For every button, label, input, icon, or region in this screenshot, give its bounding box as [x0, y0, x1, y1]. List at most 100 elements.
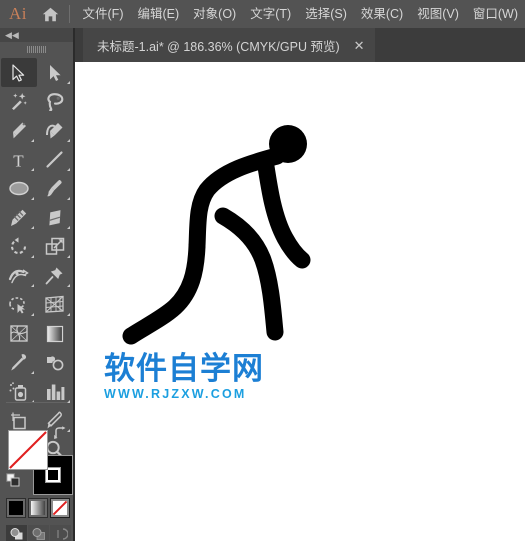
ellipse-tool[interactable]	[1, 174, 37, 203]
rotate-icon	[10, 237, 26, 255]
color-mode-gradient[interactable]	[28, 498, 48, 518]
collapse-panel-button[interactable]: ◀◀	[0, 28, 73, 42]
flyout-indicator	[66, 226, 70, 229]
draw-inside-mode[interactable]	[50, 525, 71, 541]
perspective-grid-icon	[45, 295, 64, 313]
shape-builder-icon	[9, 296, 25, 313]
flyout-indicator	[30, 284, 34, 287]
arrow-solid-icon	[12, 63, 25, 82]
document-tab-title: 未标题-1.ai* @ 186.36% (CMYK/GPU 预览)	[97, 39, 340, 54]
menu-bar: Ai 文件(F) 编辑(E) 对象(O) 文字(T) 选择(S) 效果(C) 视…	[0, 0, 525, 28]
type-tool[interactable]: T	[1, 145, 37, 174]
blend-tool[interactable]	[37, 348, 73, 377]
solid-color-icon	[9, 501, 23, 515]
draw-normal-icon	[10, 527, 22, 539]
swap-fill-stroke-button[interactable]	[53, 426, 67, 440]
swap-fill-stroke-icon	[54, 426, 66, 439]
color-controls	[0, 402, 73, 541]
flyout-indicator	[30, 226, 34, 229]
mesh-tool[interactable]	[1, 319, 37, 348]
none-slash-icon	[53, 501, 67, 515]
fill-swatch[interactable]	[8, 430, 48, 470]
blend-icon	[47, 355, 64, 370]
menu-effect[interactable]: 效果(C)	[354, 0, 410, 28]
curvature-icon	[45, 123, 62, 139]
home-button[interactable]	[36, 7, 64, 22]
watermark-chinese: 软件自学网	[104, 351, 264, 387]
flyout-indicator	[66, 313, 70, 316]
line-icon	[46, 151, 63, 168]
gradient-tool[interactable]	[37, 319, 73, 348]
document-canvas[interactable]: 软件自学网 WWW.RJZXW.COM	[75, 62, 525, 541]
svg-text:T: T	[13, 151, 24, 169]
ellipse-icon	[8, 181, 29, 196]
draw-mode-buttons	[6, 525, 71, 541]
direct-selection-tool[interactable]	[37, 58, 73, 87]
lasso-tool[interactable]	[37, 87, 73, 116]
magic-wand-icon	[12, 93, 27, 110]
eraser-tool[interactable]	[37, 203, 73, 232]
line-segment-tool[interactable]	[37, 145, 73, 174]
paintbrush-tool[interactable]	[37, 174, 73, 203]
shaper-icon	[11, 209, 27, 226]
stick-figure-artwork[interactable]	[105, 120, 335, 360]
gradient-icon	[31, 501, 45, 515]
watermark: 软件自学网 WWW.RJZXW.COM	[104, 354, 304, 401]
scale-tool[interactable]	[37, 232, 73, 261]
menu-object[interactable]: 对象(O)	[186, 0, 243, 28]
flyout-indicator	[30, 255, 34, 258]
draw-behind-icon	[32, 527, 45, 540]
type-icon: T	[13, 151, 24, 169]
free-transform-tool[interactable]	[37, 261, 73, 290]
draw-normal-mode[interactable]	[6, 525, 27, 541]
menu-window[interactable]: 窗口(W)	[466, 0, 525, 28]
width-tool[interactable]	[1, 261, 37, 290]
eyedropper-icon	[11, 354, 27, 371]
pen-tool[interactable]	[1, 116, 37, 145]
color-mode-none[interactable]	[50, 498, 70, 518]
flyout-indicator	[66, 255, 70, 258]
menu-edit[interactable]: 编辑(E)	[130, 0, 186, 28]
flyout-indicator	[30, 168, 34, 171]
paintbrush-icon	[47, 179, 62, 197]
none-slash-icon	[9, 431, 47, 469]
flyout-indicator	[66, 284, 70, 287]
selection-tool[interactable]	[0, 58, 37, 87]
mesh-icon	[9, 325, 28, 342]
pen-icon	[13, 122, 26, 139]
panel-drag-handle[interactable]	[0, 42, 73, 56]
symbol-sprayer-icon	[9, 382, 26, 401]
lasso-icon	[46, 93, 63, 111]
gradient-icon	[46, 325, 63, 342]
menu-file[interactable]: 文件(F)	[76, 0, 131, 28]
magic-wand-tool[interactable]	[1, 87, 37, 116]
flyout-indicator	[66, 168, 70, 171]
close-icon[interactable]: ✕	[354, 39, 365, 52]
bar-chart-icon	[46, 384, 64, 400]
eyedropper-tool[interactable]	[1, 348, 37, 377]
flyout-indicator	[66, 197, 70, 200]
shape-builder-tool[interactable]	[1, 290, 37, 319]
color-mode-buttons	[6, 498, 70, 518]
perspective-grid-tool[interactable]	[37, 290, 73, 319]
shaper-tool[interactable]	[1, 203, 37, 232]
draw-behind-mode[interactable]	[28, 525, 49, 541]
flyout-indicator	[66, 139, 70, 142]
menu-type[interactable]: 文字(T)	[243, 0, 298, 28]
menu-divider	[68, 5, 70, 23]
flyout-indicator	[30, 313, 34, 316]
default-fill-stroke-button[interactable]	[6, 473, 20, 487]
document-tab[interactable]: 未标题-1.ai* @ 186.36% (CMYK/GPU 预览) ✕	[83, 28, 375, 62]
draw-inside-icon	[56, 527, 68, 540]
menu-select[interactable]: 选择(S)	[298, 0, 354, 28]
flyout-indicator	[30, 371, 34, 374]
arrow-white-icon	[49, 64, 61, 81]
watermark-url: WWW.RJZXW.COM	[104, 387, 247, 401]
curvature-tool[interactable]	[37, 116, 73, 145]
menu-view[interactable]: 视图(V)	[410, 0, 466, 28]
color-mode-color[interactable]	[6, 498, 26, 518]
figure-head	[269, 125, 307, 163]
pushpin-icon	[45, 267, 63, 285]
illustrator-window: Ai 文件(F) 编辑(E) 对象(O) 文字(T) 选择(S) 效果(C) 视…	[0, 0, 525, 541]
rotate-tool[interactable]	[1, 232, 37, 261]
